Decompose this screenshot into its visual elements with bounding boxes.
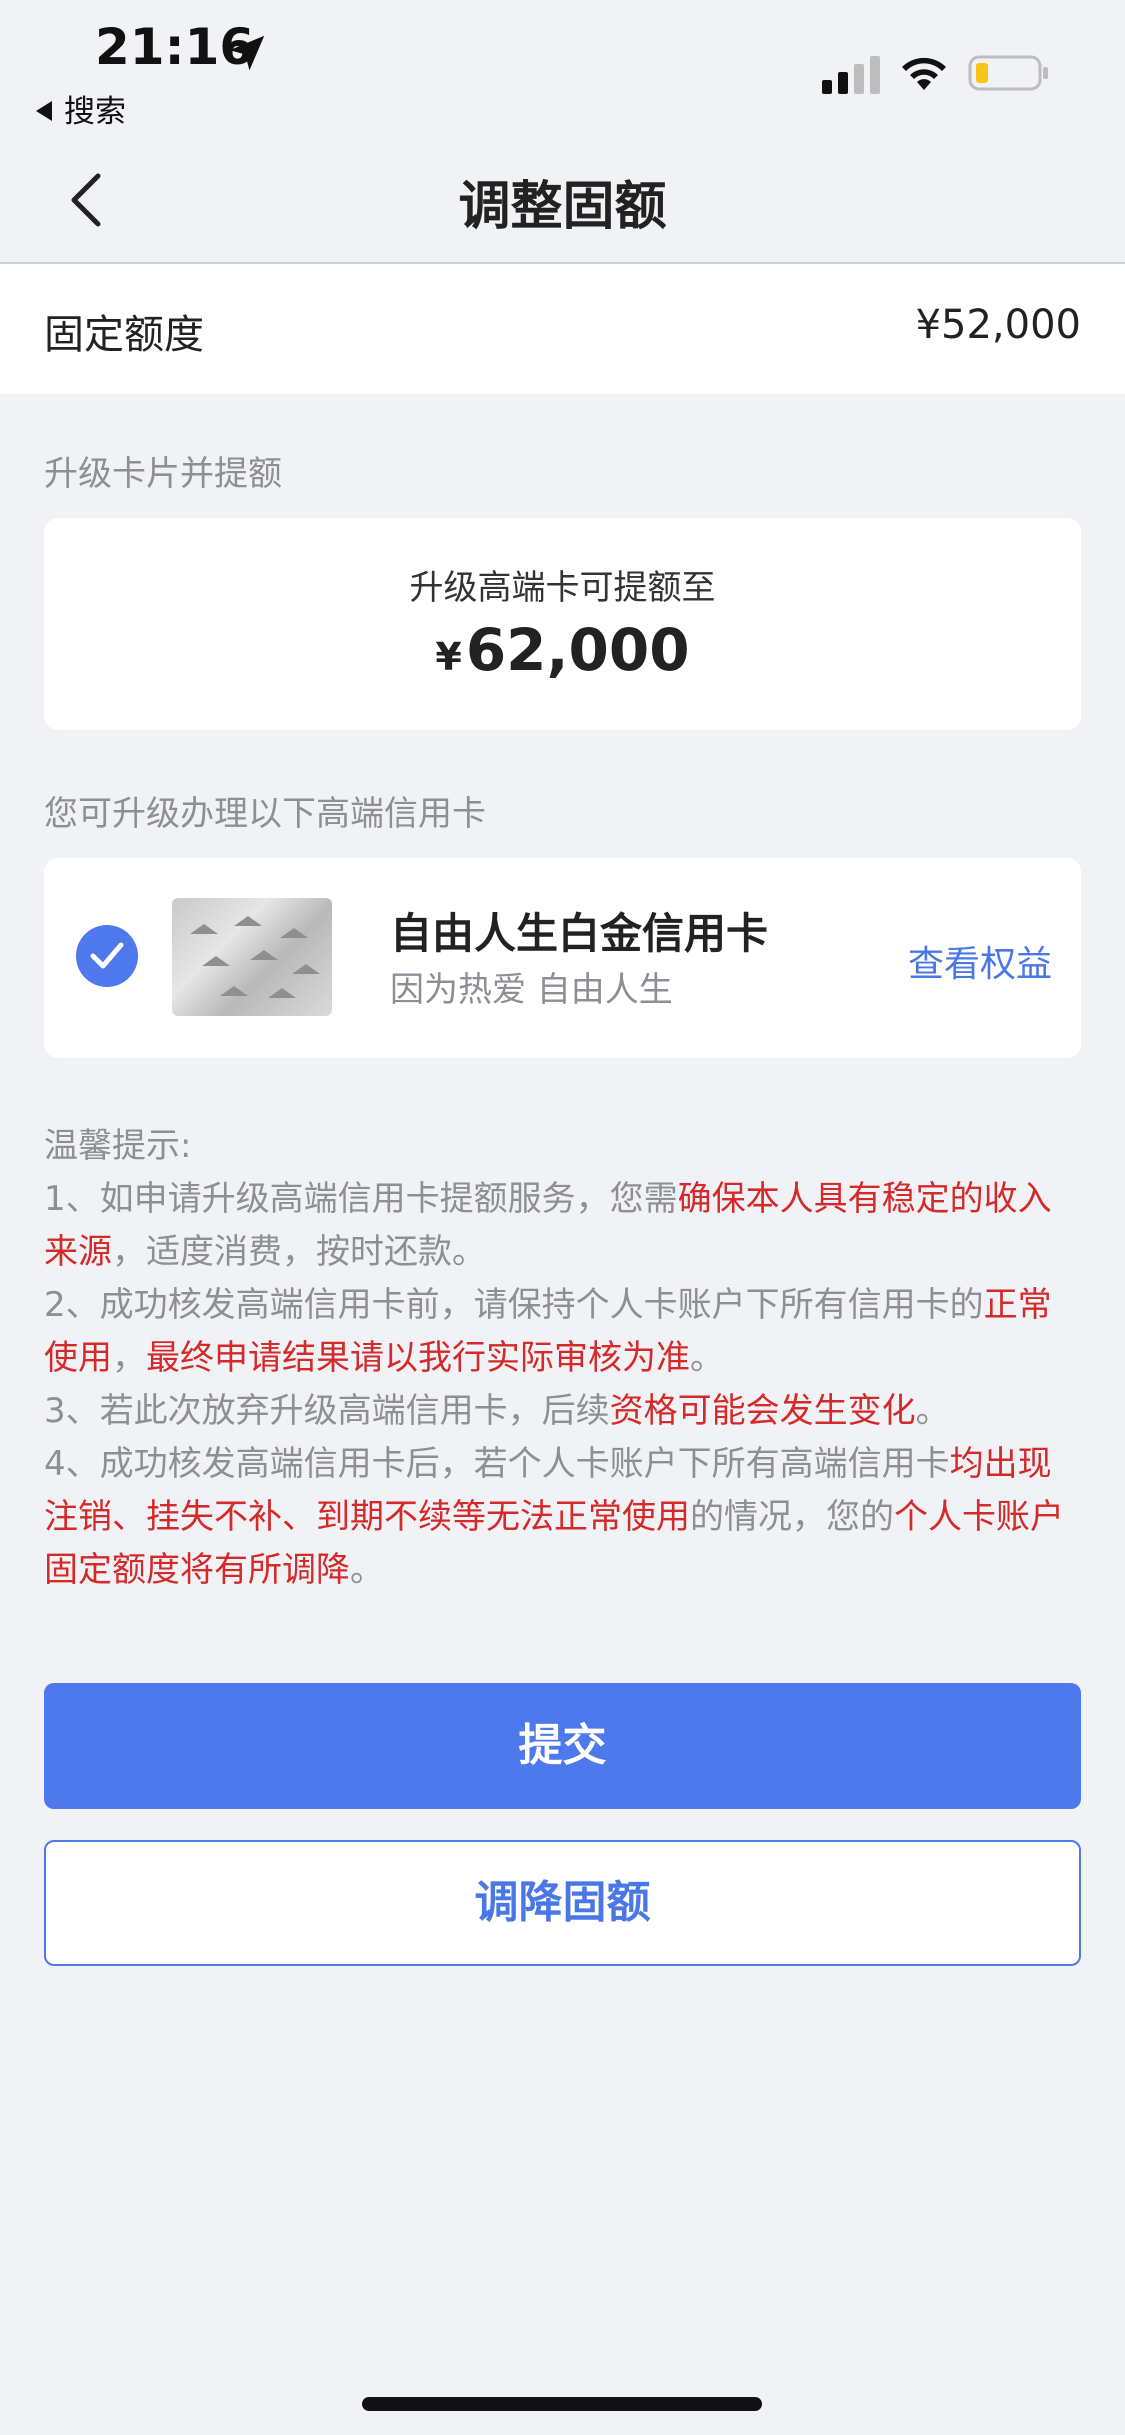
tip-highlight: 资格可能会发生变化 (609, 1391, 916, 1431)
view-benefits-link[interactable]: 查看权益 (908, 935, 1052, 987)
back-to-app-link[interactable]: 搜索 (36, 86, 126, 131)
card-section-title: 您可升级办理以下高端信用卡 (44, 794, 486, 834)
tip-text: ， (112, 1338, 146, 1378)
tip-text: 4、成功核发高端信用卡后，若个人卡账户下所有高端信用卡 (44, 1444, 950, 1484)
tip-4: 4、成功核发高端信用卡后，若个人卡账户下所有高端信用卡均出现注销、挂失不补、到期… (44, 1438, 1084, 1597)
back-app-label: 搜索 (64, 94, 126, 130)
card-slogan: 因为热爱 自由人生 (390, 970, 673, 1010)
upgrade-description: 升级高端卡可提额至 (409, 568, 716, 608)
currency-symbol: ¥ (435, 635, 462, 679)
tip-highlight: 最终申请结果请以我行实际审核为准 (146, 1338, 690, 1378)
signal-icon (822, 56, 880, 94)
fixed-limit-label: 固定额度 (44, 312, 204, 358)
tip-1: 1、如申请升级高端信用卡提额服务，您需确保本人具有稳定的收入来源，适度消费，按时… (44, 1173, 1084, 1279)
tip-text: 。 (690, 1338, 724, 1378)
battery-icon (968, 55, 1048, 91)
submit-button[interactable]: 提交 (44, 1683, 1081, 1809)
tip-text: 2、成功核发高端信用卡前，请保持个人卡账户下所有信用卡的 (44, 1285, 984, 1325)
wifi-icon (902, 57, 946, 90)
tip-3: 3、若此次放弃升级高端信用卡，后续资格可能会发生变化。 (44, 1385, 1084, 1438)
upgrade-amount: ¥62,000 (44, 616, 1081, 684)
credit-card-image (172, 898, 332, 1016)
tips-block: 温馨提示: 1、如申请升级高端信用卡提额服务，您需确保本人具有稳定的收入来源，适… (44, 1120, 1084, 1597)
checkmark-icon[interactable] (76, 925, 138, 987)
tips-title: 温馨提示: (44, 1126, 192, 1166)
upgrade-amount-value: 62,000 (465, 616, 690, 684)
tip-text: 。 (915, 1391, 950, 1431)
lower-limit-button[interactable]: 调降固额 (44, 1840, 1081, 1966)
card-name: 自由人生白金信用卡 (390, 909, 769, 958)
back-triangle-icon (36, 100, 52, 121)
upgrade-section-title: 升级卡片并提额 (44, 454, 282, 494)
tip-text: ，适度消费，按时还款。 (112, 1232, 486, 1272)
location-arrow-icon (229, 35, 265, 71)
fixed-limit-value: ¥52,000 (915, 302, 1081, 348)
tip-text: 1、如申请升级高端信用卡提额服务，您需 (44, 1179, 678, 1219)
tip-2: 2、成功核发高端信用卡前，请保持个人卡账户下所有信用卡的正常使用，最终申请结果请… (44, 1279, 1084, 1385)
tip-text: 。 (350, 1550, 384, 1590)
tip-text: 3、若此次放弃升级高端信用卡，后续 (44, 1391, 610, 1431)
home-indicator (362, 2397, 762, 2411)
tip-text: 的情况，您的 (690, 1497, 894, 1537)
page-title: 调整固额 (458, 177, 667, 237)
